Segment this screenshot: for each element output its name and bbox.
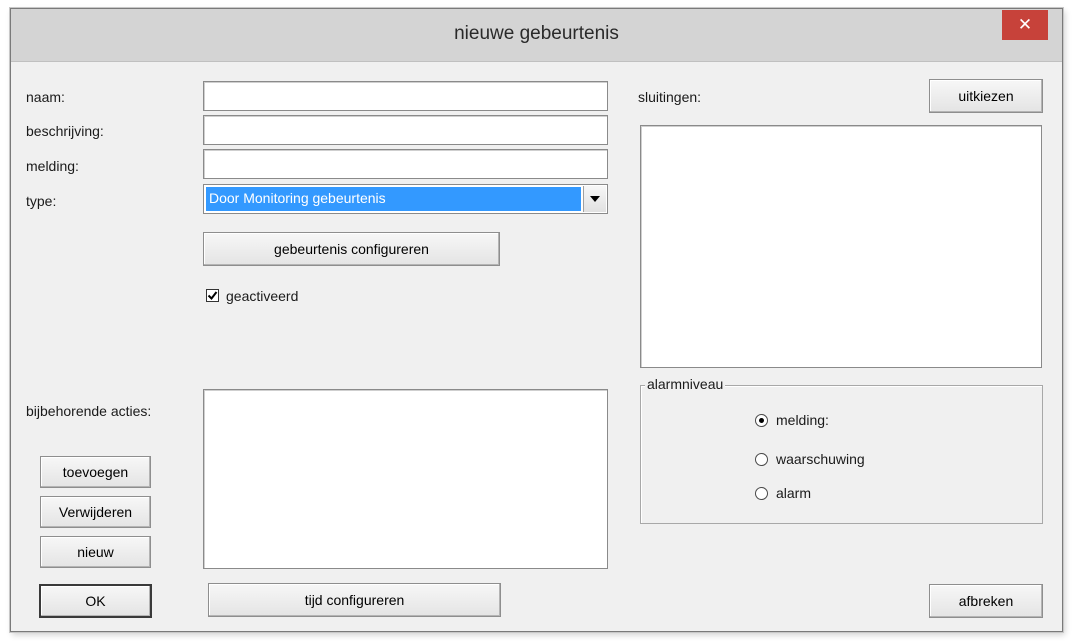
radio-alarm-label: alarm <box>776 485 812 501</box>
chevron-down-icon <box>590 196 600 202</box>
title-bar[interactable]: nieuwe gebeurtenis ✕ <box>11 9 1062 62</box>
choose-locks-button[interactable]: uitkiezen <box>929 79 1043 113</box>
add-action-button[interactable]: toevoegen <box>40 456 151 488</box>
locks-label: sluitingen: <box>638 89 702 105</box>
radio-waarschuwing[interactable] <box>755 453 768 466</box>
activated-checkbox[interactable] <box>206 289 219 302</box>
beschrijving-label: beschrijving: <box>26 123 104 139</box>
locks-list[interactable] <box>640 125 1042 368</box>
window-title: nieuwe gebeurtenis <box>454 23 619 44</box>
radio-melding[interactable] <box>755 414 768 427</box>
dialog-window: nieuwe gebeurtenis ✕ naam: beschrijving:… <box>10 8 1063 632</box>
alarm-level-legend: alarmniveau <box>645 376 726 392</box>
close-icon: ✕ <box>1017 15 1033 34</box>
naam-input[interactable] <box>203 81 608 111</box>
radio-selected-dot <box>759 418 764 423</box>
configure-time-button[interactable]: tijd configureren <box>208 583 501 617</box>
checkmark-icon <box>207 291 218 301</box>
remove-action-button[interactable]: Verwijderen <box>40 496 151 528</box>
radio-melding-label: melding: <box>776 412 829 428</box>
ok-button[interactable]: OK <box>39 584 152 618</box>
actions-label: bijbehorende acties: <box>26 403 152 419</box>
type-label: type: <box>26 193 57 209</box>
radio-alarm[interactable] <box>755 487 768 500</box>
type-select[interactable]: Door Monitoring gebeurtenis <box>203 184 608 214</box>
naam-label: naam: <box>26 89 65 105</box>
actions-list[interactable] <box>203 389 608 569</box>
activated-label: geactiveerd <box>226 288 299 304</box>
type-selected-value: Door Monitoring gebeurtenis <box>206 187 581 211</box>
close-button[interactable]: ✕ <box>1002 10 1048 40</box>
cancel-button[interactable]: afbreken <box>929 584 1043 618</box>
melding-input[interactable] <box>203 149 608 179</box>
melding-label: melding: <box>26 158 79 174</box>
new-action-button[interactable]: nieuw <box>40 536 151 568</box>
dropdown-arrow[interactable] <box>583 186 606 212</box>
beschrijving-input[interactable] <box>203 115 608 145</box>
configure-event-button[interactable]: gebeurtenis configureren <box>203 232 500 266</box>
radio-waarschuwing-label: waarschuwing <box>776 451 865 467</box>
